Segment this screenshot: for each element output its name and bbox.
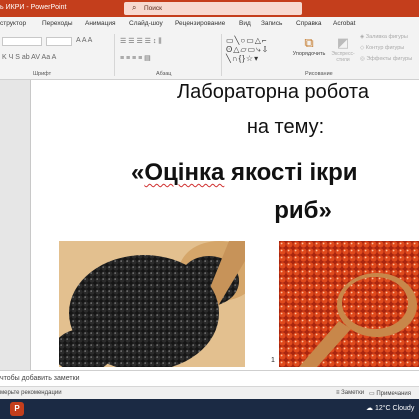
slide-title-line2: на тему:: [246, 116, 325, 138]
ribbon: A A A K Ч S ab AV Aa A Шрифт ☰ ☰ ☰ ☰ ↕ ⫼…: [0, 32, 419, 80]
slide-page-number: 1: [271, 357, 275, 364]
separator: [221, 34, 222, 76]
font-size-box[interactable]: [46, 37, 72, 46]
notes-placeholder: чтобы добавить заметки: [0, 375, 80, 382]
notes-toggle-label: Заметки: [341, 390, 365, 396]
tab-animations[interactable]: Анимация: [85, 20, 116, 27]
drawing-group-label: Рисование: [305, 71, 333, 77]
slide-title-line1: Лабораторна робота: [177, 81, 369, 103]
fill-label: Заливка фигуры: [365, 34, 408, 40]
black-caviar-image[interactable]: [59, 241, 245, 367]
separator: [114, 34, 115, 76]
font-name-box[interactable]: [2, 37, 42, 46]
cloud-icon: ☁: [366, 405, 373, 412]
weather-widget[interactable]: ☁ 12°C Cloudy: [366, 404, 414, 412]
paragraph-group-label: Абзац: [156, 71, 172, 77]
notes-toggle-button[interactable]: ≡ Заметки: [336, 390, 364, 396]
shapes-gallery[interactable]: ▭╲○▭△⌐ ʘ△▱▭⤷⇩ ╲∩{}☆▾: [226, 36, 284, 66]
slide-subtitle-line1: «Оцінка якості ікри: [131, 159, 419, 187]
list-icons[interactable]: ☰ ☰ ☰ ☰ ↕ ⫼: [120, 37, 162, 46]
weather-text: 12°C Cloudy: [374, 405, 415, 412]
title-bar: ь ИКРИ - PowerPoint ⌕ Поиск: [0, 0, 419, 17]
search-placeholder: Поиск: [144, 5, 163, 12]
search-box[interactable]: ⌕ Поиск: [124, 2, 302, 15]
quick-styles-button[interactable]: ◩ Экспресс-стили: [328, 35, 358, 63]
tab-view[interactable]: Вид: [239, 20, 251, 27]
powerpoint-taskbar-icon[interactable]: P: [10, 402, 24, 416]
arrange-label: Упорядочить: [292, 51, 326, 57]
tab-review[interactable]: Рецензирование: [175, 20, 225, 27]
arrange-icon: ⧉: [304, 35, 314, 50]
spellcheck-word: Оцінка: [144, 159, 225, 186]
align-icons[interactable]: ≡ ≡ ≡ ≡ ▤: [120, 54, 151, 62]
quick-styles-label: Экспресс-стили: [331, 51, 355, 63]
font-group-label: Шрифт: [33, 71, 52, 77]
arrange-button[interactable]: ⧉ Упорядочить: [290, 35, 328, 57]
status-left-text: мерьте рекомендации: [0, 390, 62, 396]
tab-slideshow[interactable]: Слайд-шоу: [129, 20, 163, 27]
outline-button[interactable]: ◇ Контур фигуры: [360, 45, 404, 51]
comments-label: Примечания: [376, 391, 411, 397]
fill-button[interactable]: ◈ Заливка фигуры: [360, 34, 408, 40]
slide-canvas[interactable]: Лабораторна робота на тему: «Оцінка якос…: [30, 80, 419, 370]
red-caviar-image[interactable]: [279, 241, 419, 367]
tab-record[interactable]: Запись: [261, 20, 282, 27]
tab-transitions[interactable]: Переходы: [42, 20, 73, 27]
tab-help[interactable]: Справка: [296, 20, 322, 27]
search-icon: ⌕: [132, 3, 137, 12]
font-size-controls[interactable]: A A A: [76, 37, 92, 44]
window-title: ь ИКРИ - PowerPoint: [0, 4, 67, 11]
comments-button[interactable]: ▭ Примечания: [369, 390, 411, 397]
font-format-icons[interactable]: K Ч S ab AV Aa A: [2, 54, 56, 61]
slide-thumbnails-pane[interactable]: [0, 80, 30, 370]
notes-pane[interactable]: чтобы добавить заметки: [0, 370, 419, 386]
tab-acrobat[interactable]: Acrobat: [333, 20, 355, 27]
effects-label: Эффекты фигуры: [366, 56, 413, 62]
outline-label: Контур фигуры: [365, 45, 405, 51]
ribbon-tabs: структор Переходы Анимация Слайд-шоу Рец…: [0, 17, 419, 32]
tab-design[interactable]: структор: [0, 20, 26, 27]
status-bar: мерьте рекомендации ≡ Заметки ▭ Примечан…: [0, 386, 419, 399]
quote-open: «: [131, 159, 145, 186]
quick-styles-icon: ◩: [336, 35, 350, 50]
taskbar: P ☁ 12°C Cloudy: [0, 399, 419, 419]
effects-button[interactable]: ◎ Эффекты фигуры: [360, 56, 412, 62]
slide-subtitle-line2: риб»: [274, 197, 332, 224]
subtitle-rest: якості ікри: [224, 159, 358, 186]
